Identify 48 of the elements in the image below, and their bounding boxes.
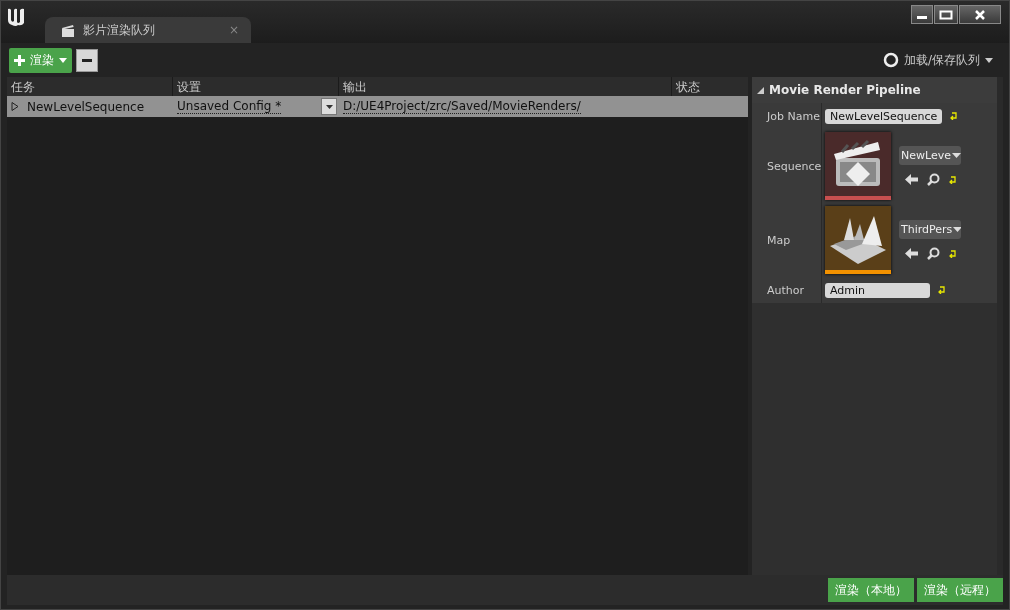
use-selected-button[interactable] [905,248,918,259]
property-label: Map [752,203,822,277]
document-tab[interactable]: 影片渲染队列 × [45,17,251,43]
maximize-button[interactable] [934,5,958,24]
caret-icon [59,57,67,63]
text-field[interactable]: Admin [825,282,930,298]
left-arrow-icon [905,174,918,185]
plus-icon [14,54,25,66]
column-header[interactable]: 状态 [672,77,748,96]
job-name-cell: NewLevelSequence [27,99,145,114]
close-icon [974,9,986,20]
maximize-icon [939,9,953,20]
property-label: Sequence [752,129,822,203]
clapperboard-icon [61,23,75,37]
reset-arrow-icon [950,112,959,120]
asset-picker-dropdown[interactable]: NewLeve [899,146,961,165]
search-icon [927,247,940,260]
browse-button[interactable] [927,173,940,186]
reset-arrow-icon [938,286,946,294]
remove-button[interactable] [76,48,98,72]
minimize-icon [917,16,927,19]
section-title: Movie Render Pipeline [769,83,921,97]
config-link[interactable]: Unsaved Config * [177,99,282,114]
output-path-link[interactable]: D:/UE4Project/zrc/Saved/MovieRenders/ [343,99,581,114]
minimize-button[interactable] [911,5,933,24]
caret-icon [952,153,961,158]
table-row[interactable]: NewLevelSequence Unsaved Config * D:/UE4Project/zrc/Saved/MovieRenders/ [7,96,748,117]
caret-icon [325,104,333,109]
close-button[interactable] [959,5,1001,24]
load-save-queue-button[interactable]: 加载/保存队列 [882,51,1001,69]
caret-icon [985,57,993,63]
browse-button[interactable] [927,247,940,260]
tab-title: 影片渲染队列 [83,21,155,39]
text-field[interactable]: NewLevelSequence [825,108,943,124]
reset-arrow-icon [949,175,957,184]
property-label: Author [752,277,822,303]
asset-picker-dropdown[interactable]: ThirdPers [899,220,961,239]
reset-arrow-icon [949,249,957,258]
asset-thumbnail[interactable] [825,132,891,200]
left-arrow-icon [905,248,918,259]
config-dropdown-button[interactable] [321,98,337,115]
caret-icon [953,227,961,232]
ring-icon [882,52,899,68]
minus-icon [82,58,92,62]
use-selected-button[interactable] [905,174,918,185]
search-icon [927,173,940,186]
asset-thumbnail[interactable] [825,206,891,274]
property-label: Job Name [752,103,822,129]
